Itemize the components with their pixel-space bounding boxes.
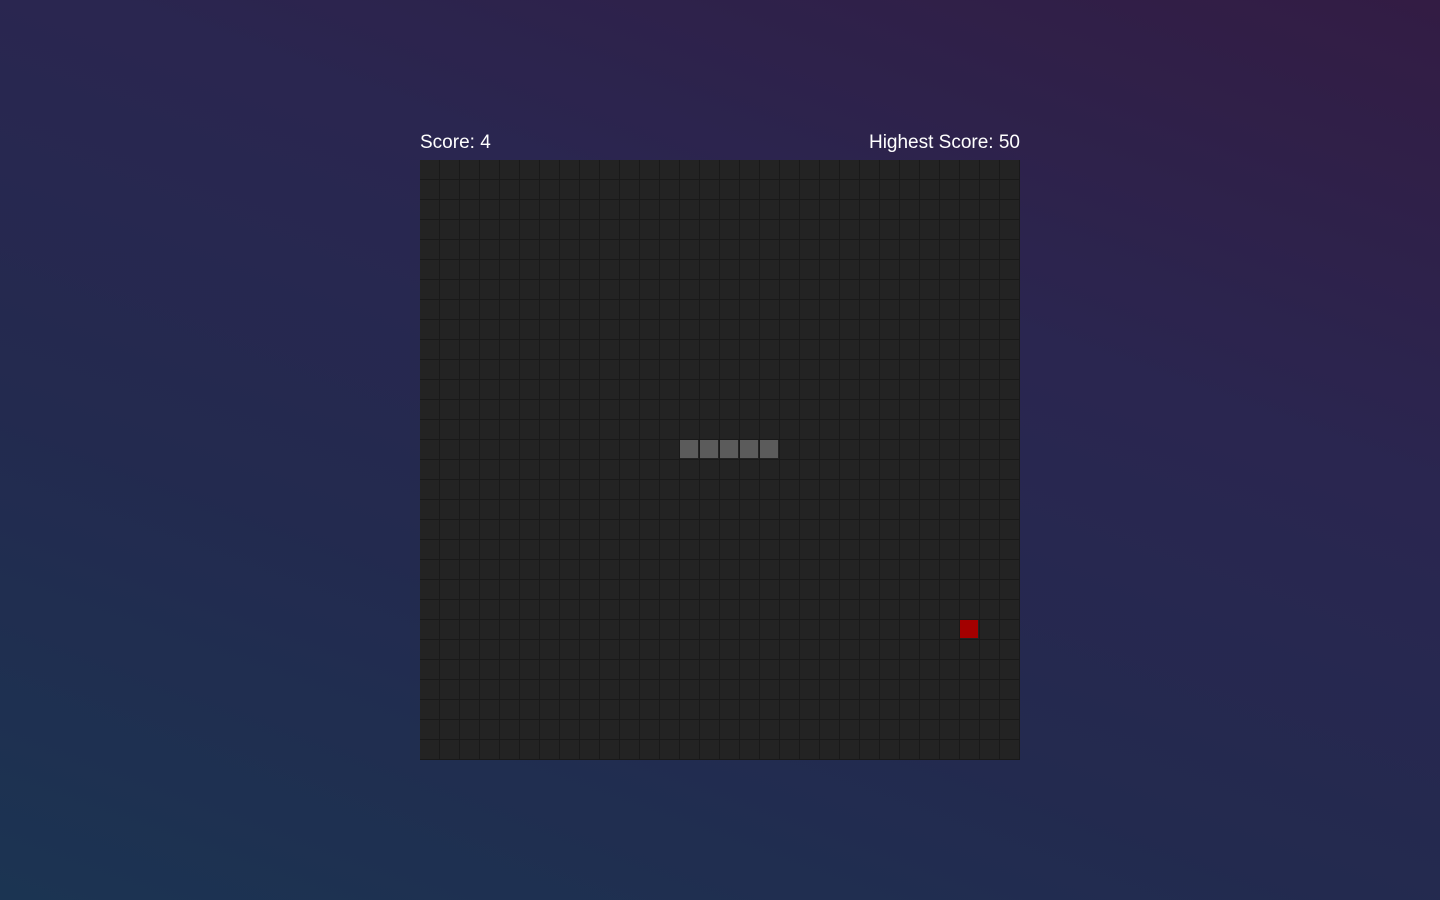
- food-item: [960, 620, 978, 638]
- game-board[interactable]: [420, 160, 1020, 760]
- snake-segment: [740, 440, 758, 458]
- highest-score: Highest Score: 50: [868, 132, 1020, 153]
- snake-segment: [700, 440, 718, 458]
- snake-segment: [720, 440, 738, 458]
- snake-segment: [680, 440, 698, 458]
- snake-game[interactable]: Score: 4 Highest Score: 50: [420, 130, 1020, 760]
- snake-head: [760, 440, 778, 458]
- current-score: Score: 4: [420, 132, 491, 153]
- scoreboard: Score: 4 Highest Score: 50: [420, 130, 1020, 160]
